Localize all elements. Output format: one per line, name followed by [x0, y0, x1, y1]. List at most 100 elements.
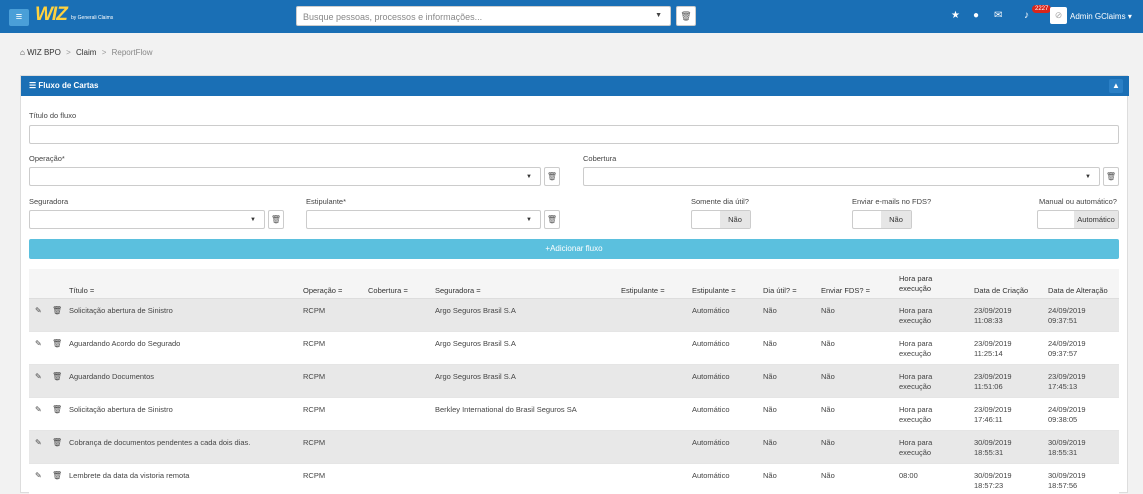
star-icon[interactable]: ★	[951, 10, 960, 21]
trash-icon[interactable]: 🗑	[52, 339, 62, 348]
trash-icon: 🗑	[680, 11, 692, 21]
trash-icon[interactable]: 🗑	[52, 438, 62, 447]
breadcrumb: ⌂ WIZ BPO > Claim > ReportFlow	[20, 48, 153, 57]
breadcrumb-separator: >	[66, 48, 71, 57]
cell-alteracao: 23/09/2019 17:45:13	[1048, 372, 1086, 391]
cell-titulo: Solicitação abertura de Sinistro	[69, 405, 173, 414]
sort-icon: =	[89, 286, 95, 295]
cell-dia-util: Não	[763, 306, 777, 315]
seguradora-select[interactable]: ▼	[29, 210, 265, 229]
notifications-badge: 2227	[1032, 5, 1052, 13]
search-clear-button[interactable]: 🗑	[676, 6, 696, 26]
sort-icon: =	[338, 286, 343, 295]
caret-down-icon: ▾	[1127, 12, 1132, 21]
trash-icon[interactable]: 🗑	[52, 306, 62, 315]
logo-subtitle: by Generali Claims	[71, 15, 114, 21]
trash-icon[interactable]: 🗑	[52, 471, 62, 480]
avatar[interactable]: ⊘	[1050, 7, 1067, 24]
operacao-clear-button[interactable]: 🗑	[544, 167, 560, 186]
th-dia-util[interactable]: Dia útil? =	[763, 286, 797, 295]
cell-dia-util: Não	[763, 339, 777, 348]
titulo-input[interactable]	[29, 125, 1119, 144]
chevron-down-icon: ▼	[526, 217, 532, 223]
fds-label: Enviar e-mails no FDS?	[852, 197, 932, 206]
cell-alteracao: 24/09/2019 09:37:57	[1048, 339, 1086, 358]
user-menu[interactable]: Admin GClaims ▾	[1070, 12, 1132, 21]
th-alteracao[interactable]: Data de Alteração	[1048, 286, 1108, 295]
th-operacao[interactable]: Operação =	[303, 286, 342, 295]
cell-estipulante: Automático	[692, 339, 730, 348]
table-row: ✎ 🗑 Cobrança de documentos pendentes a c…	[29, 431, 1119, 464]
trash-icon[interactable]: 🗑	[52, 372, 62, 381]
manual-toggle[interactable]: Automático	[1037, 210, 1119, 229]
top-navbar: ≡ WIZ by Generali Claims Busque pessoas,…	[0, 0, 1143, 33]
estipulante-select[interactable]: ▼	[306, 210, 541, 229]
panel-title: ☰ Fluxo de Cartas	[29, 81, 99, 90]
edit-icon[interactable]: ✎	[35, 339, 42, 348]
chat-icon[interactable]: ●	[973, 10, 979, 21]
cobertura-select[interactable]: ▼	[583, 167, 1100, 186]
operacao-select[interactable]: ▼	[29, 167, 541, 186]
cell-titulo: Aguardando Documentos	[69, 372, 155, 381]
th-fds[interactable]: Enviar FDS? =	[821, 286, 870, 295]
sort-icon: =	[403, 286, 408, 295]
manual-value: Automático	[1074, 211, 1118, 228]
bell-icon[interactable]: ♪	[1024, 10, 1029, 21]
cell-estipulante: Automático	[692, 306, 730, 315]
cell-criacao: 23/09/2019 11:51:06	[974, 372, 1012, 391]
table-row: ✎ 🗑 Solicitação abertura de Sinistro RCP…	[29, 398, 1119, 431]
hamburger-menu-button[interactable]: ≡	[9, 9, 29, 26]
cell-titulo: Cobrança de documentos pendentes a cada …	[69, 438, 251, 447]
home-icon[interactable]: ⌂	[20, 48, 25, 57]
cell-seguradora: Berkley International do Brasil Seguros …	[435, 405, 577, 414]
seguradora-clear-button[interactable]: 🗑	[268, 210, 284, 229]
edit-icon[interactable]: ✎	[35, 372, 42, 381]
edit-icon[interactable]: ✎	[35, 438, 42, 447]
collapse-button[interactable]: ▲	[1109, 79, 1123, 93]
list-icon: ☰	[29, 81, 37, 90]
cell-operacao: RCPM	[303, 339, 326, 348]
th-titulo[interactable]: Título =	[69, 286, 94, 295]
th-estipulante-2[interactable]: Estipulante =	[692, 286, 736, 295]
cell-dia-util: Não	[763, 438, 777, 447]
panel-header: ☰ Fluxo de Cartas ▲	[21, 76, 1129, 96]
search-input[interactable]: Busque pessoas, processos e informações.…	[296, 6, 671, 26]
cobertura-clear-button[interactable]: 🗑	[1103, 167, 1119, 186]
cell-dia-util: Não	[763, 471, 777, 480]
dia-util-toggle[interactable]: Não	[691, 210, 751, 229]
hamburger-icon: ≡	[15, 11, 23, 23]
th-hora[interactable]: Hora para execução	[899, 274, 932, 294]
breadcrumb-home[interactable]: WIZ BPO	[27, 48, 61, 57]
cell-operacao: RCPM	[303, 306, 326, 315]
trash-icon: 🗑	[270, 215, 282, 224]
mail-icon[interactable]: ✉	[994, 10, 1002, 21]
cell-titulo: Lembrete da data da vistoria remota	[69, 471, 190, 480]
seguradora-label: Seguradora	[29, 197, 69, 206]
cell-alteracao: 24/09/2019 09:38:05	[1048, 405, 1086, 424]
th-seguradora[interactable]: Seguradora =	[435, 286, 481, 295]
edit-icon[interactable]: ✎	[35, 405, 42, 414]
edit-icon[interactable]: ✎	[35, 471, 42, 480]
th-estipulante[interactable]: Estipulante =	[621, 286, 665, 295]
chevron-down-icon: ▼	[526, 174, 532, 180]
user-name: Admin GClaims	[1070, 12, 1126, 21]
operacao-label: Operação*	[29, 154, 65, 163]
th-cobertura[interactable]: Cobertura =	[368, 286, 408, 295]
add-flow-button[interactable]: +Adicionar fluxo	[29, 239, 1119, 259]
cell-hora: Hora para execução	[899, 339, 933, 358]
cell-fds: Não	[821, 471, 835, 480]
logo[interactable]: WIZ by Generali Claims	[35, 5, 113, 27]
th-criacao[interactable]: Data de Criação	[974, 286, 1028, 295]
edit-icon[interactable]: ✎	[35, 306, 42, 315]
trash-icon[interactable]: 🗑	[52, 405, 62, 414]
table-row: ✎ 🗑 Aguardando Acordo do Segurado RCPM A…	[29, 332, 1119, 365]
cell-dia-util: Não	[763, 372, 777, 381]
chevron-down-icon[interactable]: ▼	[655, 12, 662, 19]
cell-operacao: RCPM	[303, 372, 326, 381]
fds-toggle[interactable]: Não	[852, 210, 912, 229]
breadcrumb-separator: >	[101, 48, 107, 57]
estipulante-clear-button[interactable]: 🗑	[544, 210, 560, 229]
cell-estipulante: Automático	[692, 471, 730, 480]
breadcrumb-claim[interactable]: Claim	[76, 48, 96, 57]
cell-hora: Hora para execução	[899, 438, 933, 457]
